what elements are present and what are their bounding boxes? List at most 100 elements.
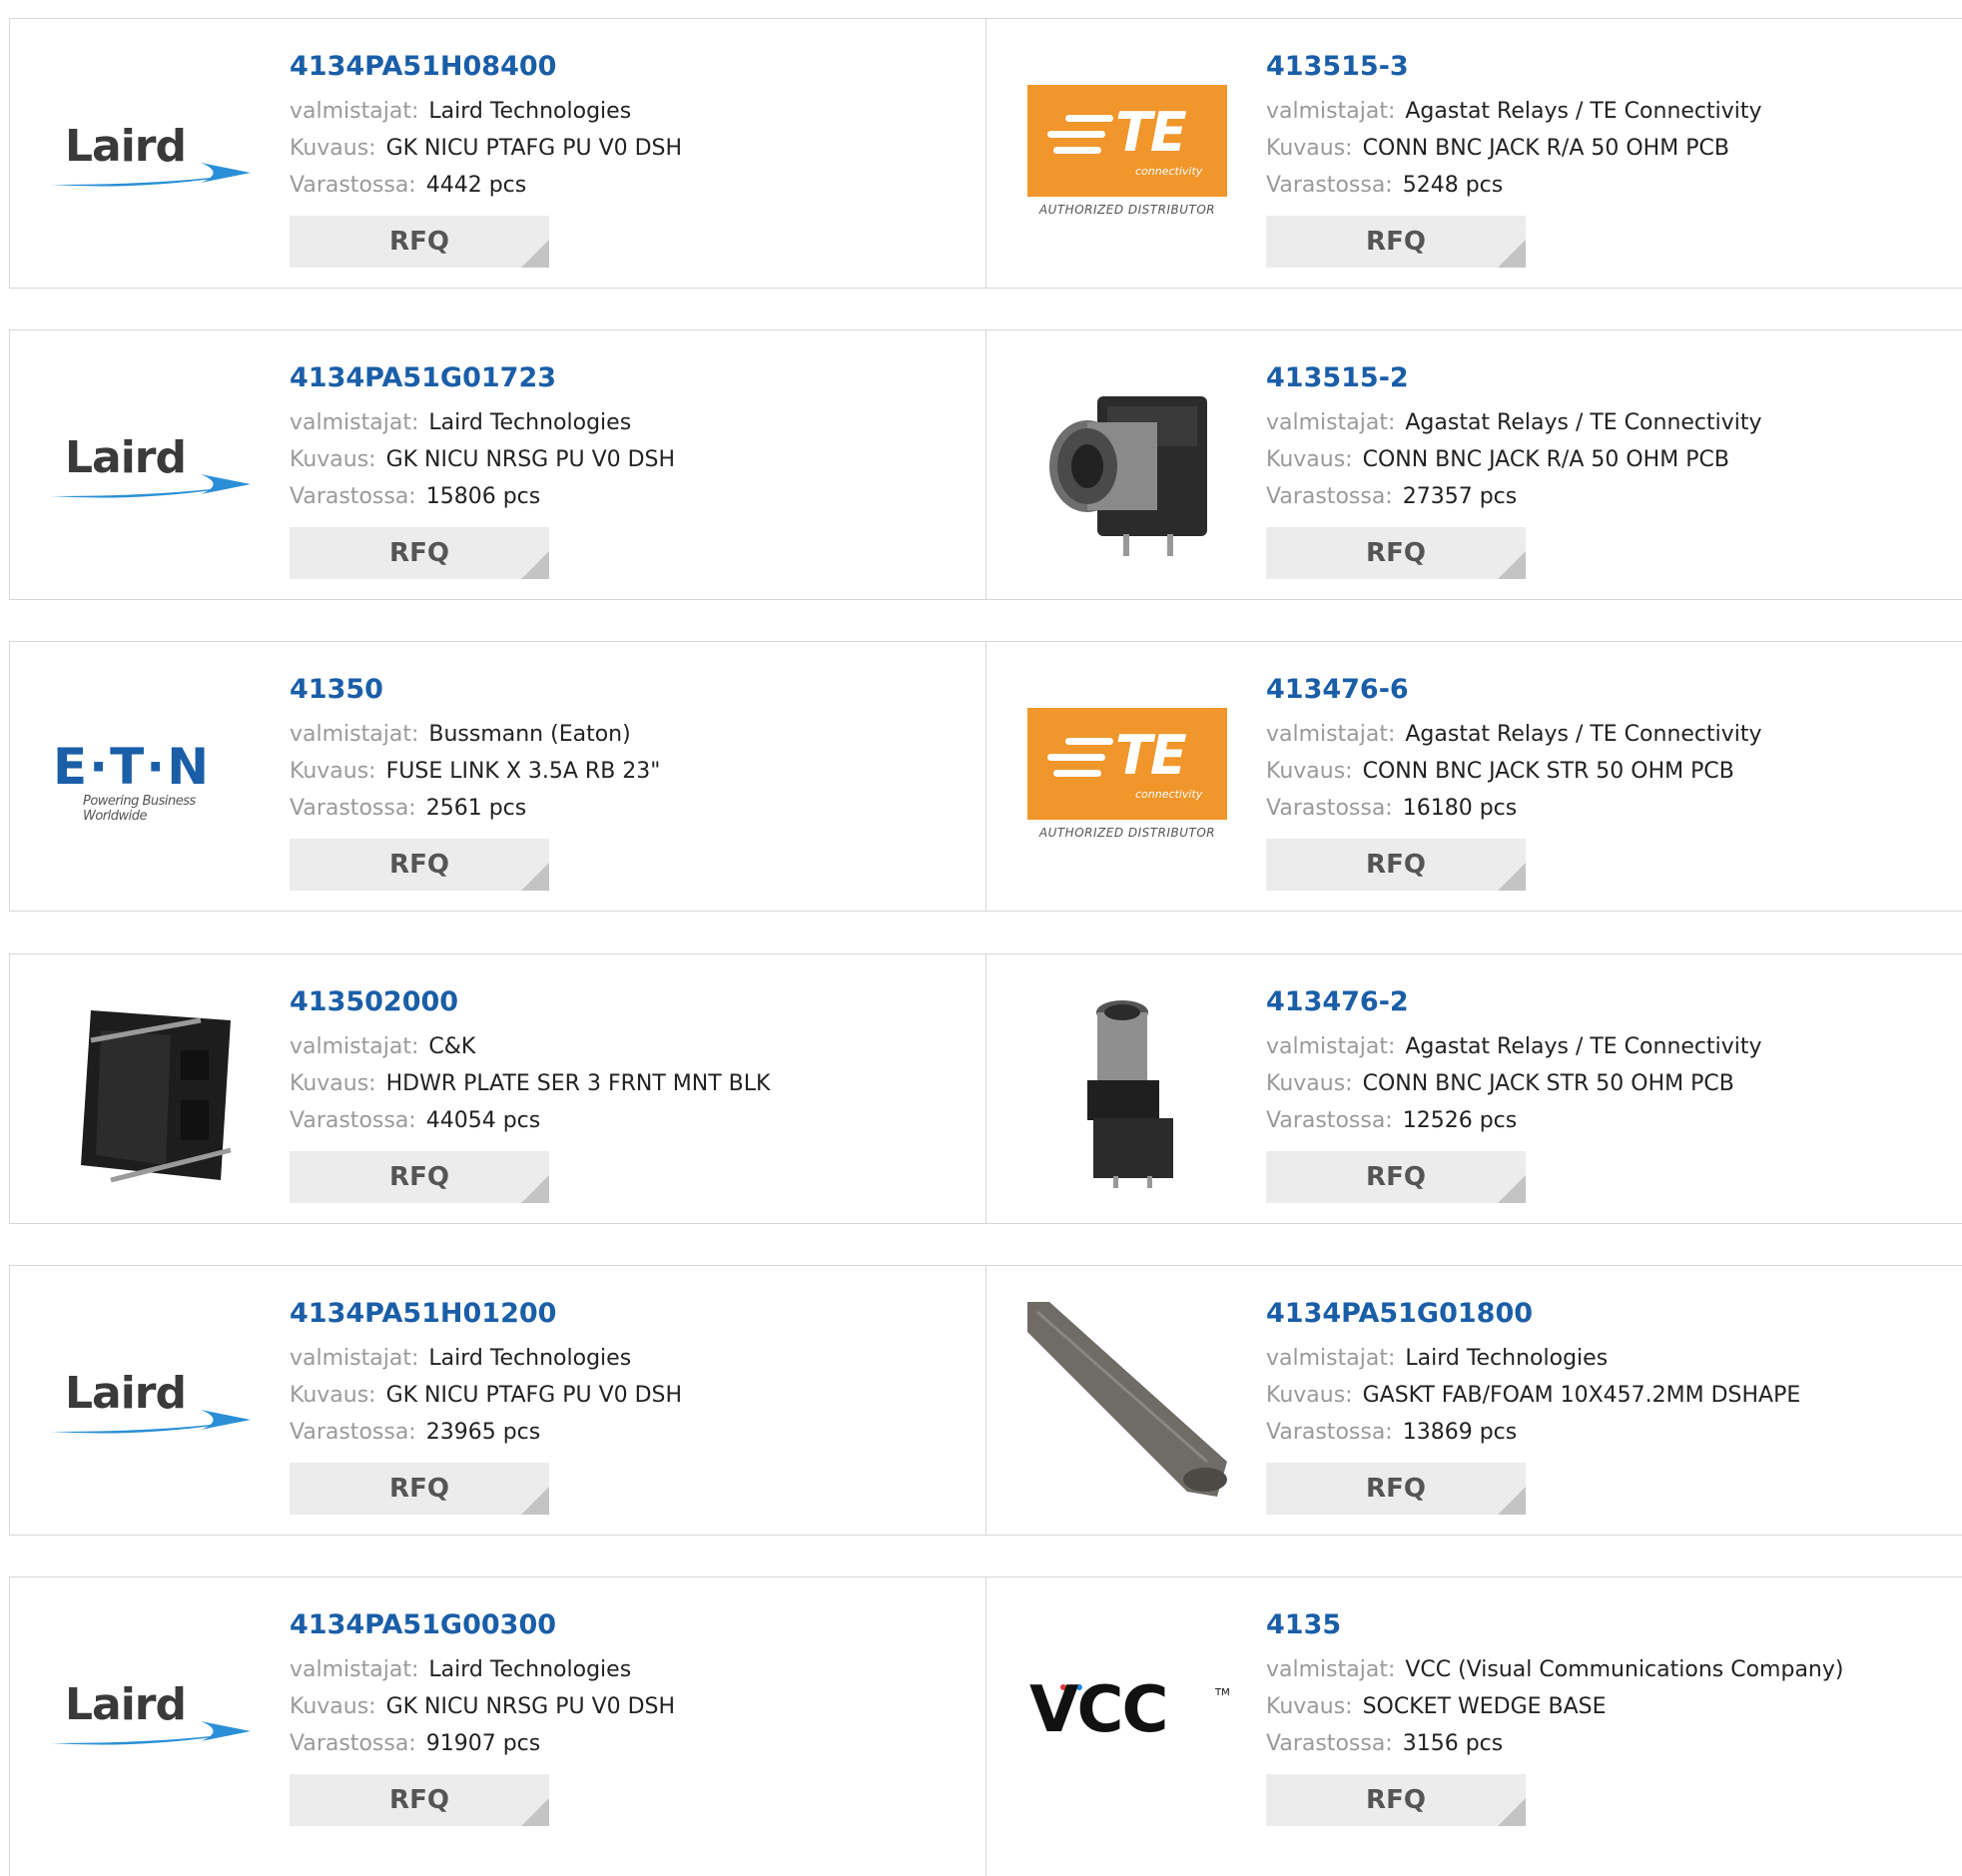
te-logo-sub: connectivity (1135, 165, 1203, 178)
manufacturer-label: valmistajat: (1266, 722, 1396, 747)
stock-line: Varastossa: 12526 pcs (1266, 1102, 1762, 1139)
rfq-button[interactable]: RFQ (290, 839, 549, 891)
rfq-button[interactable]: RFQ (290, 216, 549, 268)
rfq-button[interactable]: RFQ (1266, 1463, 1526, 1515)
product-row: E·T·N Powering Business Worldwide 41350 v… (9, 641, 1962, 914)
manufacturer-value: Agastat Relays / TE Connectivity (1405, 99, 1762, 124)
product-image[interactable] (1026, 1302, 1228, 1497)
part-number-link[interactable]: 4134PA51H08400 (290, 49, 682, 85)
part-number-link[interactable]: 4134PA51H01200 (290, 1296, 682, 1332)
manufacturer-line: valmistajat: Laird Technologies (290, 93, 682, 130)
product-card: 413476-2 valmistajat: Agastat Relays / TE … (985, 953, 1962, 1224)
manufacturer-line: valmistajat: Bussmann (Eaton) (290, 716, 660, 753)
vcc-logo-text: VCC (1029, 1673, 1168, 1747)
product-card: E·T·N Powering Business Worldwide 41350 v… (9, 641, 986, 912)
rfq-button[interactable]: RFQ (290, 1774, 549, 1826)
stock-value: 13869 pcs (1402, 1420, 1518, 1445)
part-number-link[interactable]: 413476-2 (1266, 984, 1762, 1020)
product-card: TE connectivity AUTHORIZED DISTRIBUTOR 4… (985, 641, 1962, 912)
part-number-link[interactable]: 4134PA51G00300 (290, 1607, 675, 1643)
eaton-logo-text: E·T·N (53, 738, 212, 796)
description-value: CONN BNC JACK R/A 50 OHM PCB (1362, 136, 1729, 161)
description-value: CONN BNC JACK STR 50 OHM PCB (1362, 759, 1734, 784)
rfq-button[interactable]: RFQ (290, 1151, 549, 1203)
description-label: Kuvaus: (290, 136, 376, 161)
manufacturer-label: valmistajat: (1266, 1034, 1396, 1059)
stock-line: Varastossa: 2561 pcs (290, 790, 660, 827)
product-image[interactable]: Laird (50, 400, 252, 532)
corner-fold-icon (521, 1798, 549, 1826)
rfq-button[interactable]: RFQ (1266, 527, 1526, 579)
description-line: Kuvaus: CONN BNC JACK STR 50 OHM PCB (1266, 753, 1762, 790)
product-card: 413502000 valmistajat: C&K Kuvaus: HDWR PLAT… (9, 953, 986, 1224)
product-row: Laird 4134PA51H01200 valmistajat: Laird Te… (9, 1265, 1962, 1538)
part-number-link[interactable]: 413502000 (290, 984, 770, 1020)
description-line: Kuvaus: CONN BNC JACK R/A 50 OHM PCB (1266, 130, 1762, 167)
te-logo-sub: connectivity (1135, 788, 1203, 801)
part-number-link[interactable]: 41350 (290, 672, 660, 708)
rfq-button-label: RFQ (1366, 850, 1426, 880)
rfq-button-label: RFQ (389, 850, 449, 880)
description-label: Kuvaus: (290, 1694, 376, 1719)
rfq-button-label: RFQ (389, 538, 449, 568)
manufacturer-line: valmistajat: Laird Technologies (290, 1340, 682, 1377)
part-number-link[interactable]: 413515-2 (1266, 360, 1762, 396)
product-image[interactable] (1026, 396, 1228, 556)
part-number-link[interactable]: 413476-6 (1266, 672, 1762, 708)
product-image[interactable]: TE connectivity AUTHORIZED DISTRIBUTOR (1026, 708, 1228, 844)
description-value: GASKT FAB/FOAM 10X457.2MM DSHAPE (1362, 1383, 1801, 1408)
laird-swoosh-icon (51, 1721, 251, 1745)
te-logo-letters: TE (1115, 101, 1187, 164)
foam-gasket-image (1027, 1302, 1227, 1497)
description-line: Kuvaus: SOCKET WEDGE BASE (1266, 1688, 1843, 1725)
rfq-button[interactable]: RFQ (290, 527, 549, 579)
vcc-trademark: TM (1215, 1687, 1230, 1698)
stock-value: 23965 pcs (425, 1420, 541, 1445)
rfq-button[interactable]: RFQ (1266, 839, 1526, 891)
product-image[interactable]: Laird (50, 89, 252, 221)
product-image[interactable]: E·T·N Powering Business Worldwide (50, 712, 252, 844)
description-label: Kuvaus: (290, 1071, 376, 1096)
rfq-button-label: RFQ (389, 1474, 449, 1504)
rfq-button-label: RFQ (1366, 538, 1426, 568)
te-logo-letters: TE (1115, 724, 1187, 787)
stock-value: 12526 pcs (1402, 1108, 1518, 1133)
rfq-button[interactable]: RFQ (1266, 216, 1526, 268)
product-image[interactable]: Laird (50, 1647, 252, 1779)
part-number-link[interactable]: 4135 (1266, 1607, 1843, 1643)
rfq-button[interactable]: RFQ (290, 1463, 549, 1515)
product-row: Laird 4134PA51G01723 valmistajat: Laird Te… (9, 329, 1962, 602)
part-number-link[interactable]: 4134PA51G01723 (290, 360, 675, 396)
part-number-link[interactable]: 413515-3 (1266, 49, 1762, 85)
rfq-button[interactable]: RFQ (1266, 1151, 1526, 1203)
stock-value: 44054 pcs (425, 1108, 541, 1133)
product-image[interactable] (50, 1010, 252, 1183)
description-value: FUSE LINK X 3.5A RB 23" (385, 759, 661, 784)
rfq-button[interactable]: RFQ (1266, 1774, 1526, 1826)
manufacturer-label: valmistajat: (290, 1034, 419, 1059)
description-label: Kuvaus: (1266, 759, 1353, 784)
corner-fold-icon (521, 1175, 549, 1203)
corner-fold-icon (1498, 863, 1526, 891)
rfq-button-label: RFQ (389, 1785, 449, 1815)
product-image[interactable]: VCC TM (1026, 1647, 1230, 1779)
manufacturer-value: Agastat Relays / TE Connectivity (1405, 410, 1762, 435)
part-number-link[interactable]: 4134PA51G01800 (1266, 1296, 1800, 1332)
manufacturer-value: VCC (Visual Communications Company) (1405, 1657, 1844, 1682)
manufacturer-value: Bussmann (Eaton) (428, 722, 631, 747)
product-image[interactable]: Laird (50, 1336, 252, 1468)
manufacturer-line: valmistajat: Laird Technologies (290, 1651, 675, 1688)
corner-fold-icon (521, 240, 549, 268)
eaton-tagline: Powering Business Worldwide (83, 794, 196, 824)
stock-label: Varastossa: (290, 1420, 416, 1445)
product-image[interactable]: TE connectivity AUTHORIZED DISTRIBUTOR (1026, 85, 1228, 221)
manufacturer-label: valmistajat: (290, 99, 419, 124)
stock-label: Varastossa: (290, 1108, 416, 1133)
stock-label: Varastossa: (290, 796, 416, 821)
product-image[interactable] (1026, 1000, 1228, 1188)
product-card: Laird 4134PA51H08400 valmistajat: Laird Te… (9, 18, 986, 289)
description-line: Kuvaus: GK NICU PTAFG PU V0 DSH (290, 1377, 682, 1414)
corner-fold-icon (1498, 1798, 1526, 1826)
stock-line: Varastossa: 4442 pcs (290, 167, 682, 204)
description-line: Kuvaus: GASKT FAB/FOAM 10X457.2MM DSHAPE (1266, 1377, 1800, 1414)
